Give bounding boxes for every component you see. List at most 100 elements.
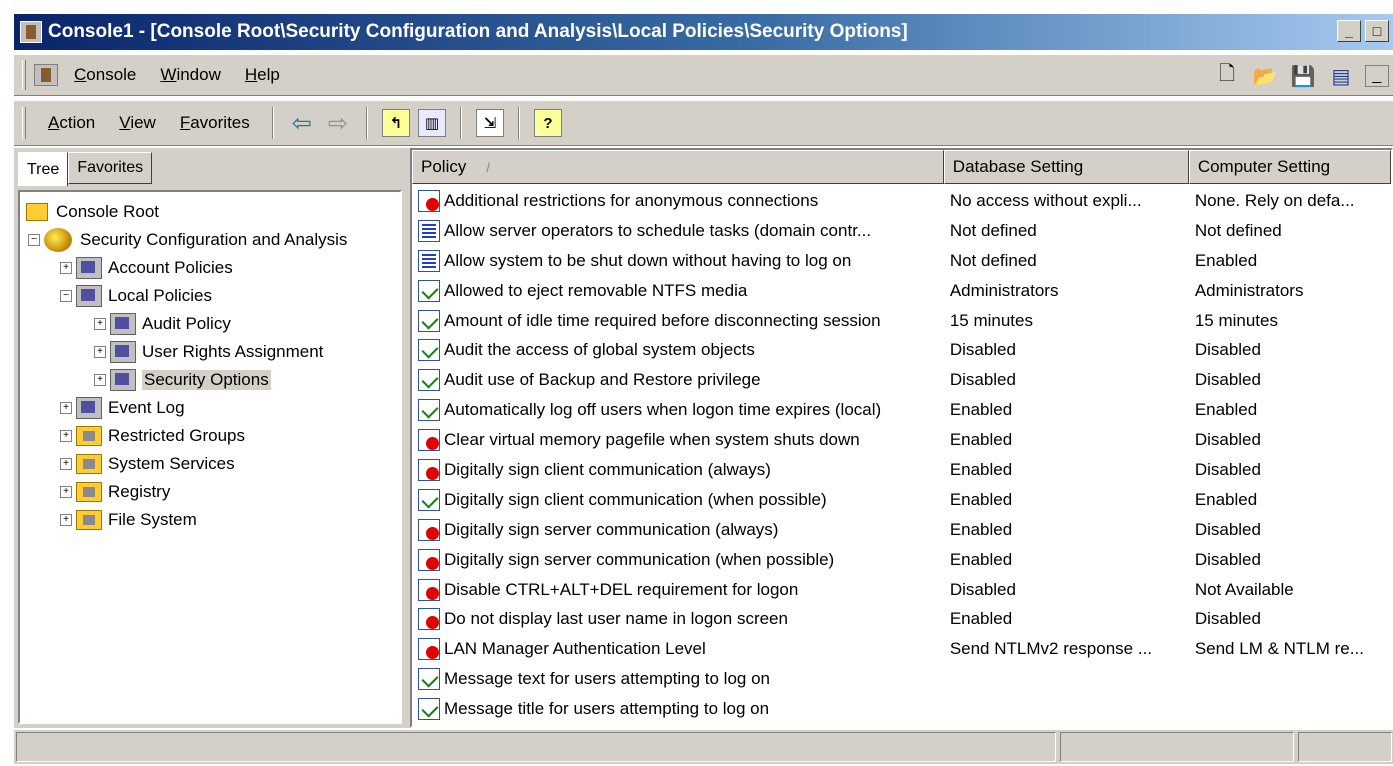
maximize-button[interactable]: □ <box>1365 20 1389 42</box>
left-pane: Tree Favorites Console Root − Security C… <box>14 148 404 728</box>
tree-node-security-configuration[interactable]: − Security Configuration and Analysis <box>20 226 400 254</box>
table-row[interactable]: LAN Manager Authentication Level Send NTL… <box>412 634 1391 664</box>
collapse-icon[interactable]: − <box>28 234 40 246</box>
table-row[interactable]: Allow system to be shut down without hav… <box>412 246 1391 276</box>
table-row[interactable]: Amount of idle time required before disc… <box>412 306 1391 336</box>
table-row[interactable]: Digitally sign client communication (alw… <box>412 455 1391 485</box>
menu-help[interactable]: Help <box>233 65 292 85</box>
console-toolbar: 🗋 📂 💾 ▤ _ <box>1213 55 1393 97</box>
policy-name: Digitally sign server communication (whe… <box>444 549 835 569</box>
new-window-icon[interactable]: ▤ <box>1327 62 1355 90</box>
tree-node-security-options[interactable]: + Security Options <box>20 366 400 394</box>
expand-icon[interactable]: + <box>94 318 106 330</box>
policy-mismatch-icon <box>418 458 440 481</box>
policy-match-icon <box>418 279 440 302</box>
computer-setting-cell: 15 minutes <box>1194 310 1278 330</box>
tree-node-local-policies[interactable]: − Local Policies <box>20 282 400 310</box>
tab-favorites[interactable]: Favorites <box>68 152 153 184</box>
expand-icon[interactable]: + <box>60 458 72 470</box>
expand-icon[interactable]: + <box>60 262 72 274</box>
expand-icon[interactable]: + <box>60 486 72 498</box>
menu-view[interactable]: View <box>107 113 168 133</box>
policy-match-icon <box>418 488 440 511</box>
table-row[interactable]: Automatically log off users when logon t… <box>412 395 1391 425</box>
scope-tree[interactable]: Console Root − Security Configuration an… <box>18 190 402 724</box>
policy-match-icon <box>418 399 440 422</box>
policy-match-icon <box>418 369 440 392</box>
computer-setting-cell: Disabled <box>1194 609 1261 629</box>
database-setting-cell: Enabled <box>949 519 1013 539</box>
menubar-grip[interactable] <box>22 60 26 90</box>
back-arrow-icon[interactable]: ⇦ <box>284 109 320 138</box>
up-one-level-icon[interactable]: ↰ <box>381 109 410 137</box>
table-row[interactable]: Do not display last user name in logon s… <box>412 604 1391 634</box>
policy-match-icon <box>418 339 440 362</box>
expand-icon[interactable]: + <box>94 374 106 386</box>
table-row[interactable]: Disable CTRL+ALT+DEL requirement for log… <box>412 575 1391 605</box>
tab-tree[interactable]: Tree <box>18 152 69 186</box>
list-header: Policy / Database Setting Computer Setti… <box>412 150 1391 184</box>
expand-icon[interactable]: + <box>60 430 72 442</box>
column-header-database-setting[interactable]: Database Setting <box>943 150 1189 184</box>
expand-icon[interactable]: + <box>60 514 72 526</box>
computer-setting-cell: Administrators <box>1194 280 1304 300</box>
computer-setting-cell: Not defined <box>1194 220 1282 240</box>
menu-console[interactable]: Console <box>62 65 148 85</box>
database-setting-cell: Enabled <box>949 489 1013 509</box>
export-list-icon[interactable]: ⇲ <box>475 109 504 137</box>
tree-node-audit-policy[interactable]: + Audit Policy <box>20 310 400 338</box>
table-row[interactable]: Message text for users attempting to log… <box>412 664 1391 694</box>
database-setting-cell: Not defined <box>949 220 1037 240</box>
table-row[interactable]: Digitally sign server communication (whe… <box>412 545 1391 575</box>
open-folder-icon[interactable]: 📂 <box>1251 62 1279 90</box>
tree-node-file-system[interactable]: + File System <box>20 506 400 534</box>
tree-node-event-log[interactable]: + Event Log <box>20 394 400 422</box>
folder-icon <box>26 203 48 221</box>
tree-node-registry[interactable]: + Registry <box>20 478 400 506</box>
table-row[interactable]: Allowed to eject removable NTFS media Adm… <box>412 276 1391 306</box>
menu-action[interactable]: Action <box>36 113 107 133</box>
toolbar-grip[interactable] <box>22 107 26 139</box>
status-panel-main <box>16 732 1056 762</box>
table-row[interactable]: Audit use of Backup and Restore privileg… <box>412 365 1391 395</box>
tree-node-label: Security Options <box>142 370 271 390</box>
menu-favorites[interactable]: Favorites <box>168 113 262 133</box>
tree-node-label: Security Configuration and Analysis <box>80 230 348 249</box>
menu-window[interactable]: Window <box>148 65 232 85</box>
database-setting-cell: Enabled <box>949 609 1013 629</box>
policy-name: Allow server operators to schedule tasks… <box>444 220 872 240</box>
table-row[interactable]: Digitally sign server communication (alw… <box>412 515 1391 545</box>
table-row[interactable]: Digitally sign client communication (whe… <box>412 485 1391 515</box>
policy-mismatch-icon <box>418 429 440 452</box>
table-row[interactable]: Additional restrictions for anonymous co… <box>412 186 1391 216</box>
table-row[interactable]: Allow server operators to schedule tasks… <box>412 216 1391 246</box>
collapse-icon[interactable]: − <box>60 290 72 302</box>
table-row[interactable]: Message title for users attempting to lo… <box>412 694 1391 724</box>
child-minimize-button[interactable]: _ <box>1365 65 1389 87</box>
policy-cell: Allow system to be shut down without hav… <box>412 249 944 272</box>
mmc-app-icon[interactable] <box>20 21 42 43</box>
policy-name: Message text for users attempting to log… <box>444 669 771 689</box>
console-icon[interactable] <box>34 64 58 86</box>
forward-arrow-icon[interactable]: ⇨ <box>320 109 356 138</box>
show-hide-tree-icon[interactable]: ▥ <box>417 109 446 137</box>
table-row[interactable]: Audit the access of global system object… <box>412 335 1391 365</box>
table-row[interactable]: Clear virtual memory pagefile when syste… <box>412 425 1391 455</box>
help-icon[interactable]: ? <box>533 109 562 137</box>
database-setting-cell: Enabled <box>949 430 1013 450</box>
new-document-icon[interactable]: 🗋 <box>1213 62 1241 90</box>
column-header-computer-setting[interactable]: Computer Setting <box>1188 150 1391 184</box>
tree-node-console-root[interactable]: Console Root <box>20 198 400 226</box>
policy-mismatch-icon <box>418 608 440 631</box>
window-title-bar: Console1 - [Console Root\Security Config… <box>14 14 1393 50</box>
tree-node-system-services[interactable]: + System Services <box>20 450 400 478</box>
save-icon[interactable]: 💾 <box>1289 62 1317 90</box>
minimize-button[interactable]: _ <box>1337 20 1361 42</box>
expand-icon[interactable]: + <box>60 402 72 414</box>
tree-node-label: System Services <box>108 454 235 473</box>
tree-node-restricted-groups[interactable]: + Restricted Groups <box>20 422 400 450</box>
tree-node-account-policies[interactable]: + Account Policies <box>20 254 400 282</box>
column-header-policy[interactable]: Policy / <box>412 150 944 184</box>
tree-node-user-rights-assignment[interactable]: + User Rights Assignment <box>20 338 400 366</box>
expand-icon[interactable]: + <box>94 346 106 358</box>
